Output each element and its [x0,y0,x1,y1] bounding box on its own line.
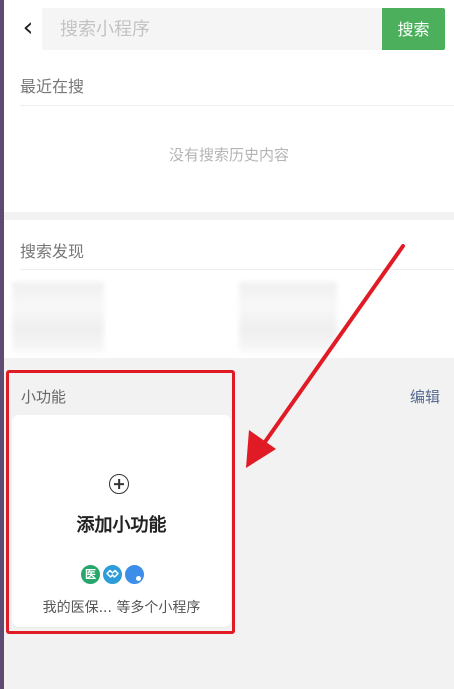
search-discover-title: 搜索发现 [20,242,85,261]
search-input[interactable] [42,8,342,50]
chevron-left-icon: ‹ [22,12,34,43]
empty-history-text: 没有搜索历史内容 [168,146,289,164]
mini-program-search-screen: ‹ 搜索 最近在搜 没有搜索历史内容 搜索发现 小功能 编辑 添加小功能 医 [0,0,454,689]
handshake-icon [101,563,124,586]
recent-divider [20,105,454,106]
plus-circle-icon [109,474,129,494]
add-small-function-label: 添加小功能 [76,515,167,536]
mini-program-icon-group: 医 [79,563,169,588]
search-button[interactable]: 搜索 [382,8,445,50]
discover-divider [20,269,454,270]
mini-programs-caption: 我的医保... 等多个小程序 [42,600,201,616]
medical-icon: 医 [79,563,102,586]
blurred-discover-item-left[interactable] [12,282,104,352]
blurred-discover-item-right[interactable] [239,282,337,352]
edit-small-functions-link[interactable]: 编辑 [410,386,440,407]
back-button[interactable]: ‹ [16,13,40,43]
add-small-function-card[interactable]: 添加小功能 医 我的医保... 等多个小程序 [12,415,231,627]
search-history-panel: ‹ 搜索 最近在搜 没有搜索历史内容 [4,0,454,212]
search-box[interactable] [42,8,402,50]
small-functions-section: 小功能 编辑 添加小功能 医 我的医保... 等多个小程序 [4,362,454,689]
chat-icon [123,563,146,586]
recent-search-title: 最近在搜 [20,77,85,96]
search-discover-panel: 搜索发现 [4,220,454,358]
